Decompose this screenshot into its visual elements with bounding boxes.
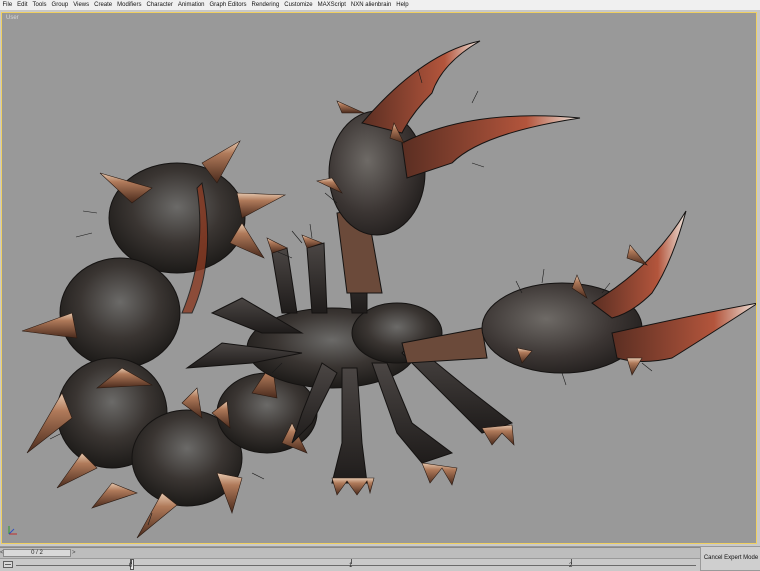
menu-views[interactable]: Views (71, 0, 92, 10)
time-slider-handle[interactable]: 0 / 2 (3, 549, 71, 557)
menu-customize[interactable]: Customize (282, 0, 315, 10)
menu-animation[interactable]: Animation (175, 0, 207, 10)
axis-tripod-icon (8, 526, 17, 535)
menu-nxn-alienbrain[interactable]: NXN alienbrain (348, 0, 393, 10)
viewport-frame: User (0, 11, 760, 546)
viewport-label[interactable]: User (6, 15, 19, 21)
menu-modifiers[interactable]: Modifiers (115, 0, 144, 10)
menu-group[interactable]: Group (49, 0, 71, 10)
menu-file[interactable]: File (0, 0, 15, 10)
menu-character[interactable]: Character (144, 0, 175, 10)
user-viewport[interactable]: User (1, 12, 757, 544)
track-bar[interactable]: 0 1 2 (0, 558, 700, 571)
time-slider-bar: < 0 / 2 > (0, 547, 700, 558)
cancel-expert-mode-button[interactable]: Cancel Expert Mode (700, 547, 760, 570)
tick-label: 0 (129, 563, 133, 569)
menu-rendering[interactable]: Rendering (249, 0, 282, 10)
menu-create[interactable]: Create (92, 0, 115, 10)
time-slider-next-button[interactable]: > (72, 549, 76, 557)
tick-label: 1 (349, 563, 353, 569)
key-filter-icon[interactable] (3, 560, 13, 569)
menu-maxscript[interactable]: MAXScript (315, 0, 348, 10)
scorpion-model (21, 40, 756, 539)
menu-edit[interactable]: Edit (15, 0, 30, 10)
tick-label: 2 (569, 563, 573, 569)
menu-tools[interactable]: Tools (30, 0, 49, 10)
track-line (16, 565, 696, 566)
menu-help[interactable]: Help (394, 0, 411, 10)
menu-bar: File Edit Tools Group Views Create Modif… (0, 0, 760, 11)
menu-graph-editors[interactable]: Graph Editors (207, 0, 249, 10)
